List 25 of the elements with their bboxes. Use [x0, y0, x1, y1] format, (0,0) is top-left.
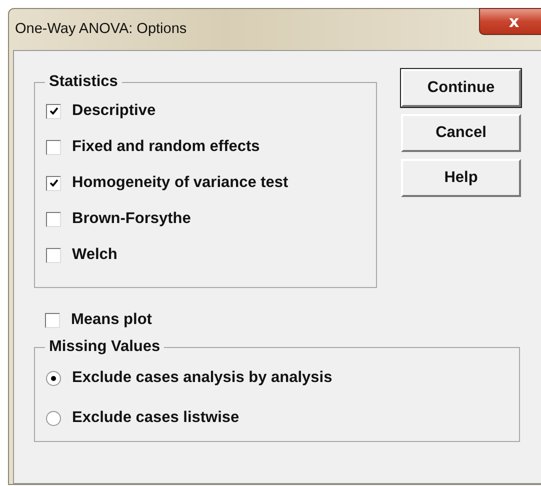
- radio-button[interactable]: [46, 370, 61, 386]
- checkbox[interactable]: [46, 248, 61, 262]
- checkbox[interactable]: [46, 140, 61, 154]
- checkbox[interactable]: [46, 176, 61, 190]
- check-icon: [48, 106, 58, 116]
- dialog-button[interactable]: Cancel: [401, 114, 521, 152]
- window-title: One-Way ANOVA: Options: [15, 21, 187, 37]
- checkbox-option[interactable]: Brown-Forsythe: [46, 201, 376, 237]
- checkbox[interactable]: [45, 312, 60, 328]
- dialog-button[interactable]: Continue: [401, 69, 521, 107]
- dialog-button[interactable]: Help: [401, 159, 521, 197]
- checkbox-option[interactable]: Homogeneity of variance test: [46, 165, 376, 201]
- close-button[interactable]: x: [479, 8, 541, 35]
- checkbox-option[interactable]: Means plot: [45, 304, 541, 336]
- check-icon: [48, 178, 58, 188]
- group-title: Missing Values: [48, 338, 162, 356]
- radio-option[interactable]: Exclude cases listwise: [46, 398, 519, 438]
- checkbox[interactable]: [46, 212, 61, 226]
- group-title: Statistics: [48, 73, 119, 91]
- radio-option[interactable]: Exclude cases analysis by analysis: [46, 358, 519, 398]
- checkbox[interactable]: [46, 104, 61, 118]
- radio-button[interactable]: [46, 410, 61, 426]
- checkbox-option[interactable]: Descriptive: [46, 93, 376, 129]
- checkbox-option[interactable]: Fixed and random effects: [46, 129, 376, 165]
- checkbox-option[interactable]: Welch: [46, 237, 376, 273]
